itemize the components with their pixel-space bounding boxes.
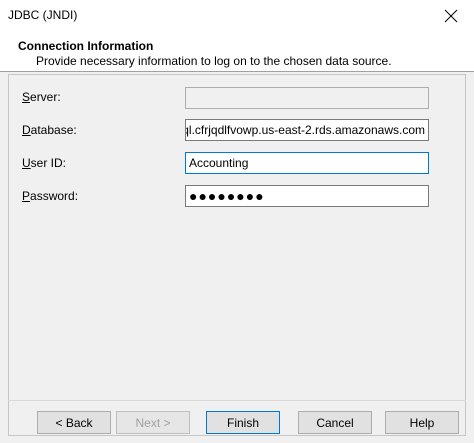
- close-icon: [444, 9, 458, 22]
- back-button[interactable]: < Back: [37, 411, 111, 434]
- help-button[interactable]: Help: [385, 411, 459, 434]
- title-bar: JDBC (JNDI): [0, 0, 474, 31]
- password-input[interactable]: ●●●●●●●●: [185, 185, 429, 207]
- cancel-button[interactable]: Cancel: [298, 411, 372, 434]
- server-input[interactable]: [185, 87, 429, 109]
- button-separator: [8, 400, 466, 401]
- database-input[interactable]: ınett-sql.cfrjqdlfvowp.us-east-2.rds.ama…: [185, 119, 429, 141]
- user-id-input[interactable]: [185, 152, 429, 174]
- password-mask: ●●●●●●●●: [189, 188, 265, 204]
- page-title: Connection Information: [18, 39, 154, 53]
- header-panel: Connection Information Provide necessary…: [0, 31, 474, 72]
- close-button[interactable]: [428, 0, 474, 31]
- server-label: Server:: [22, 90, 61, 104]
- page-subtitle: Provide necessary information to log on …: [36, 54, 392, 68]
- user-id-label: User ID:: [22, 156, 67, 170]
- password-label: Password:: [22, 189, 79, 203]
- window-title: JDBC (JNDI): [8, 8, 78, 22]
- next-button[interactable]: Next >: [116, 411, 190, 434]
- database-label: Database:: [22, 123, 77, 137]
- finish-button[interactable]: Finish: [206, 411, 280, 434]
